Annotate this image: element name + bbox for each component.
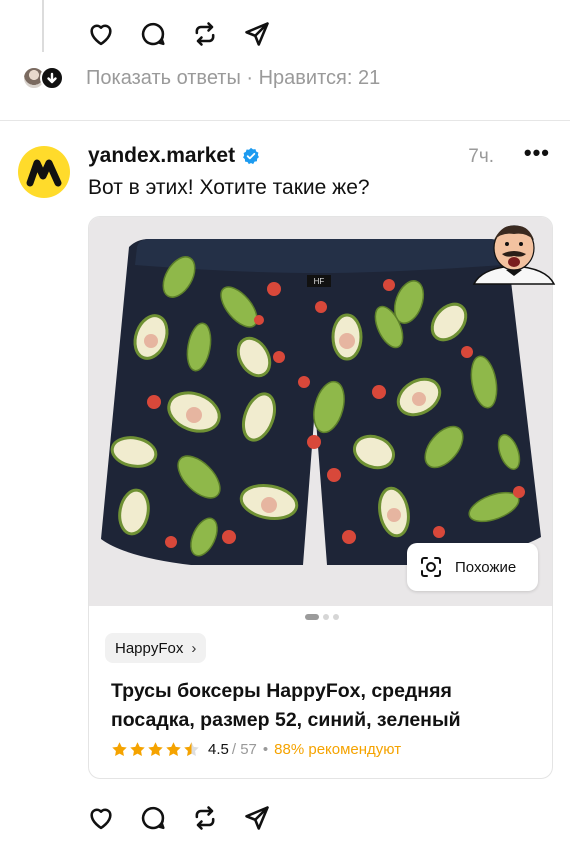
rating-row: 4.5 / 57 • 88% рекомендуют [111, 741, 401, 758]
rating-value: 4.5 [208, 741, 229, 758]
brand-name: HappyFox [115, 639, 184, 657]
post-divider [0, 120, 570, 121]
image-pagination [89, 614, 552, 620]
comment-button[interactable] [138, 19, 168, 49]
bottom-action-bar [86, 803, 272, 833]
star-half-icon [184, 742, 199, 757]
like-button[interactable] [86, 803, 116, 833]
comment-icon [141, 806, 165, 830]
share-button[interactable] [242, 803, 272, 833]
comment-icon [141, 22, 165, 46]
repost-button[interactable] [190, 19, 220, 49]
post-header: yandex.market 7ч. ••• [88, 142, 550, 168]
username[interactable]: yandex.market [88, 144, 235, 168]
waistband-tag: HF [314, 277, 325, 286]
rating-stars [111, 741, 200, 758]
product-title[interactable]: Трусы боксеры HappyFox, средняя посадка,… [111, 677, 531, 735]
rating-count: / 57 [231, 741, 257, 758]
product-card[interactable]: HF Похожие HappyFox › Трусы боксеры Happ… [88, 216, 553, 779]
post-text: Вот в этих! Хотите такие же? [88, 176, 370, 199]
share-icon [245, 806, 269, 830]
recommend-percentage: 88% рекомендуют [274, 741, 402, 758]
rating-separator: • [262, 741, 269, 758]
thread-line [42, 0, 44, 52]
pagination-dot[interactable] [322, 614, 329, 620]
show-replies-row[interactable]: Показать ответы · Нравится: 21 [22, 66, 380, 90]
pagination-dot[interactable] [332, 614, 339, 620]
lens-scan-icon [421, 557, 441, 577]
post-time: 7ч. [468, 146, 494, 167]
pagination-dot-active[interactable] [304, 614, 319, 620]
arrow-down-icon [40, 66, 64, 90]
star-icon [166, 742, 181, 757]
share-button[interactable] [242, 19, 272, 49]
like-button[interactable] [86, 19, 116, 49]
similar-products-button[interactable]: Похожие [407, 543, 538, 591]
top-action-bar [86, 19, 272, 49]
star-icon [148, 742, 163, 757]
similar-label: Похожие [455, 558, 517, 576]
star-icon [112, 742, 127, 757]
heart-icon [90, 24, 112, 46]
share-icon [245, 22, 269, 46]
yandex-market-logo-icon [26, 159, 62, 187]
verified-badge-icon [243, 147, 260, 165]
brand-chip[interactable]: HappyFox › [105, 633, 207, 663]
comment-button[interactable] [138, 803, 168, 833]
repost-icon [195, 806, 215, 830]
face-sticker [472, 225, 556, 285]
heart-icon [90, 808, 112, 830]
repost-icon [195, 22, 215, 46]
avatar[interactable] [18, 146, 70, 198]
repost-button[interactable] [190, 803, 220, 833]
star-icon [130, 742, 145, 757]
show-replies-label[interactable]: Показать ответы · Нравится: 21 [86, 67, 380, 90]
more-options-button[interactable]: ••• [524, 142, 550, 164]
chevron-right-icon: › [191, 639, 197, 657]
